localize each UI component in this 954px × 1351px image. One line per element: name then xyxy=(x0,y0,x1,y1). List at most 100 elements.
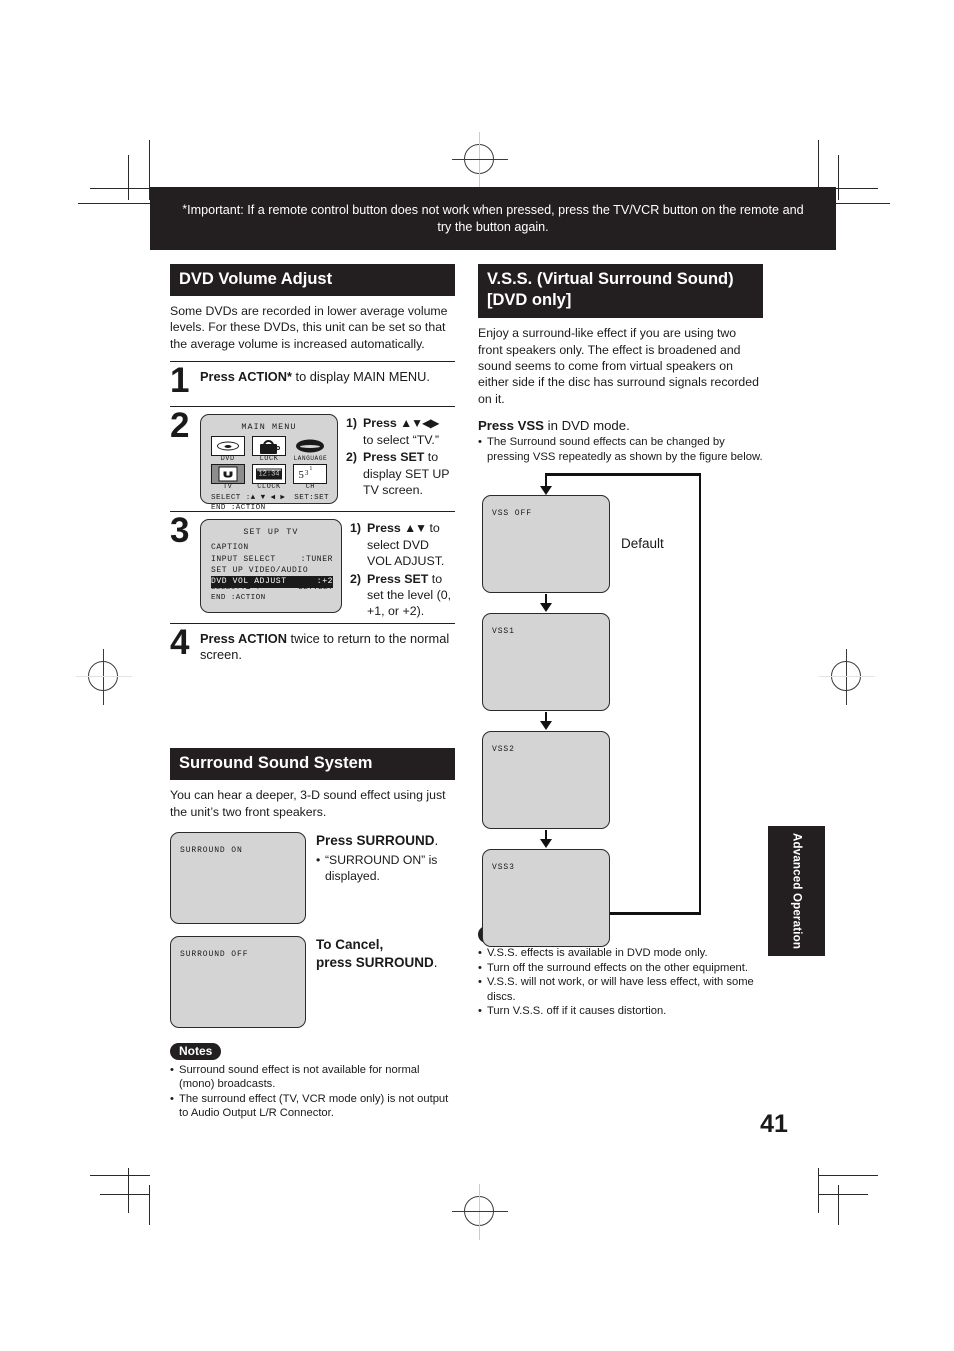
setup-tv-title: SET UP TV xyxy=(243,527,299,538)
lock-icon xyxy=(251,436,286,457)
bullet-icon: • xyxy=(316,852,321,867)
bullet-icon: • xyxy=(478,1005,482,1018)
vss-intro: Enjoy a surround-like effect if you are … xyxy=(478,326,759,406)
menu-item-tv[interactable]: TV xyxy=(209,464,246,491)
crop-mark xyxy=(149,1185,150,1225)
crop-mark xyxy=(818,1194,868,1195)
step-3-instruction-2: 2) Press SET to set the level (0, +1, or… xyxy=(350,571,452,619)
setup-tv-row[interactable]: INPUT SELECT :TUNER xyxy=(211,554,333,565)
registration-mark xyxy=(452,132,508,188)
surround-on-screen: SURROUND ON xyxy=(170,831,306,924)
note-item: • Surround sound effect is not available… xyxy=(170,1063,420,1091)
clock-icon: 12:34 xyxy=(251,464,286,485)
setup-tv-screen: SET UP TV CAPTION INPUT SELECT :TUNER SE… xyxy=(200,519,342,614)
to-cancel-label: To Cancel, xyxy=(316,936,384,952)
important-banner: *Important: If a remote control button d… xyxy=(150,187,836,250)
notes-badge: Notes xyxy=(170,1042,222,1060)
step-1-bold: Press ACTION* xyxy=(200,369,292,385)
surround-intro: You can hear a deeper, 3-D sound effect … xyxy=(170,788,446,819)
vss-flow-diagram: VSS OFF VSS1 VSS2 VSS3 Default xyxy=(478,473,763,948)
surround-off-instructions: To Cancel, press SURROUND. xyxy=(316,936,438,970)
step-4-text: Press ACTION twice to return to the norm… xyxy=(200,631,455,664)
vss1-label: VSS1 xyxy=(492,627,515,637)
step-3-number: 3 xyxy=(170,511,189,551)
section-header-dvd-volume: DVD Volume Adjust xyxy=(170,264,455,297)
registration-mark xyxy=(76,649,132,705)
setup-tv-row[interactable]: SET UP VIDEO/AUDIO xyxy=(211,565,333,576)
flow-arrow-into-first xyxy=(545,473,548,488)
menu-item-language[interactable]: LANGUAGE xyxy=(292,436,329,463)
main-menu-icon-grid: DVD LOCK LANGUAGE TV 12:34 CLOCK 5 3 1 C… xyxy=(201,432,337,491)
step-2-instruction-1: 1) Press ▲▼◀▶ to select “TV.” xyxy=(346,416,439,447)
bullet-icon: • xyxy=(170,1063,174,1076)
menu-item-lock[interactable]: LOCK xyxy=(250,436,287,463)
dvd-volume-intro: Some DVDs are recorded in lower average … xyxy=(170,304,448,351)
vss-bullet: • The Surround sound effects can be chan… xyxy=(478,435,763,463)
step-4: 4 Press ACTION twice to return to the no… xyxy=(170,624,455,664)
important-banner-text: *Important: If a remote control button d… xyxy=(176,202,810,235)
menu-item-clock[interactable]: 12:34 CLOCK xyxy=(250,464,287,491)
disc-icon xyxy=(210,436,245,457)
vss-off-screen: VSS OFF xyxy=(482,495,610,594)
vss3-screen: VSS3 xyxy=(482,849,610,948)
menu-item-ch[interactable]: 5 3 1 CH xyxy=(292,464,329,491)
crop-mark xyxy=(100,1194,150,1195)
step-3-instructions: 1) Press ▲▼ to select DVD VOL ADJUST. 2)… xyxy=(350,519,455,621)
clock-icon-digits: 12:34 xyxy=(256,470,282,479)
menu-item-clock-label: CLOCK xyxy=(257,483,281,492)
section-header-vss-line2: [DVD only] xyxy=(487,291,572,310)
vss2-label: VSS2 xyxy=(492,745,515,755)
menu-item-lock-label: LOCK xyxy=(259,455,279,464)
surround-on-label: SURROUND ON xyxy=(180,845,243,855)
menu-item-dvd[interactable]: DVD xyxy=(209,436,246,463)
bullet-icon: • xyxy=(478,976,482,989)
main-menu-screen: MAIN MENU DVD LOCK LANGUAGE TV 12:34 CLO… xyxy=(200,414,338,512)
step-2-instructions: 1) Press ▲▼◀▶ to select “TV.” 2) Press S… xyxy=(346,414,455,507)
surround-off-screen: SURROUND OFF xyxy=(170,935,306,1028)
section-header-surround: Surround Sound System xyxy=(170,748,455,781)
press-vss-line: Press VSS in DVD mode. xyxy=(478,418,763,433)
surround-off-block: SURROUND OFF To Cancel, press SURROUND. xyxy=(170,935,455,1028)
menu-item-dvd-label: DVD xyxy=(220,455,235,464)
note-item: • V.S.S. effects is available in DVD mod… xyxy=(478,947,708,960)
tv-icon xyxy=(210,464,245,485)
setup-tv-row[interactable]: CAPTION xyxy=(211,542,333,553)
vss2-screen: VSS2 xyxy=(482,731,610,830)
setup-tv-list: CAPTION INPUT SELECT :TUNER SET UP VIDEO… xyxy=(201,537,341,588)
press-surround-bold: Press SURROUND xyxy=(316,832,435,848)
note-item: • V.S.S. will not work, or will have les… xyxy=(478,976,754,1003)
updown-arrows-icon: ▲▼ xyxy=(404,521,427,536)
manual-page: *Important: If a remote control button d… xyxy=(0,0,954,1351)
language-icon xyxy=(293,436,327,456)
step-1-number: 1 xyxy=(170,361,189,401)
registration-mark xyxy=(452,1184,508,1240)
menu-item-language-label: LANGUAGE xyxy=(293,455,328,463)
crop-mark xyxy=(128,155,129,200)
bullet-icon: • xyxy=(170,1092,174,1105)
arrow-head-icon xyxy=(540,721,552,731)
side-tab-advanced-operation: Advanced Operation xyxy=(768,826,825,956)
channel-icon-sup2: 1 xyxy=(309,466,313,473)
press-surround-cancel-bold: press SURROUND xyxy=(316,954,434,970)
default-label: Default xyxy=(621,536,664,552)
surround-on-instructions: Press SURROUND. • “SURROUND ON” is displ… xyxy=(316,832,455,924)
step-4-number: 4 xyxy=(170,622,189,662)
dpad-arrows-icon: ▲▼◀▶ xyxy=(400,416,439,431)
setup-tv-footer: SELECT:▲ ▼ SET:SET END :ACTION xyxy=(211,584,333,602)
main-menu-title: MAIN MENU xyxy=(241,422,297,433)
press-vss-bold: Press VSS xyxy=(478,417,544,433)
note-item: • Turn V.S.S. off if it causes distortio… xyxy=(478,1005,667,1018)
menu-item-tv-label: TV xyxy=(222,483,233,492)
arrow-head-icon xyxy=(540,839,552,849)
channel-icon-sup1: 3 xyxy=(304,469,309,478)
surround-notes: Notes • Surround sound effect is not ava… xyxy=(170,1042,455,1121)
side-tab-label: Advanced Operation xyxy=(790,832,803,950)
crop-mark xyxy=(90,1175,150,1176)
step-2: 2 MAIN MENU DVD LOCK LANGUAGE TV 12:34 C… xyxy=(170,407,455,512)
note-item: • The surround effect (TV, VCR mode only… xyxy=(170,1092,449,1120)
bullet-icon: • xyxy=(478,961,482,974)
crop-mark xyxy=(78,203,150,204)
main-menu-footer-val-1: SET:SET xyxy=(294,494,329,503)
bullet-icon: • xyxy=(478,947,482,960)
section-header-vss-line1: V.S.S. (Virtual Surround Sound) xyxy=(487,270,734,288)
